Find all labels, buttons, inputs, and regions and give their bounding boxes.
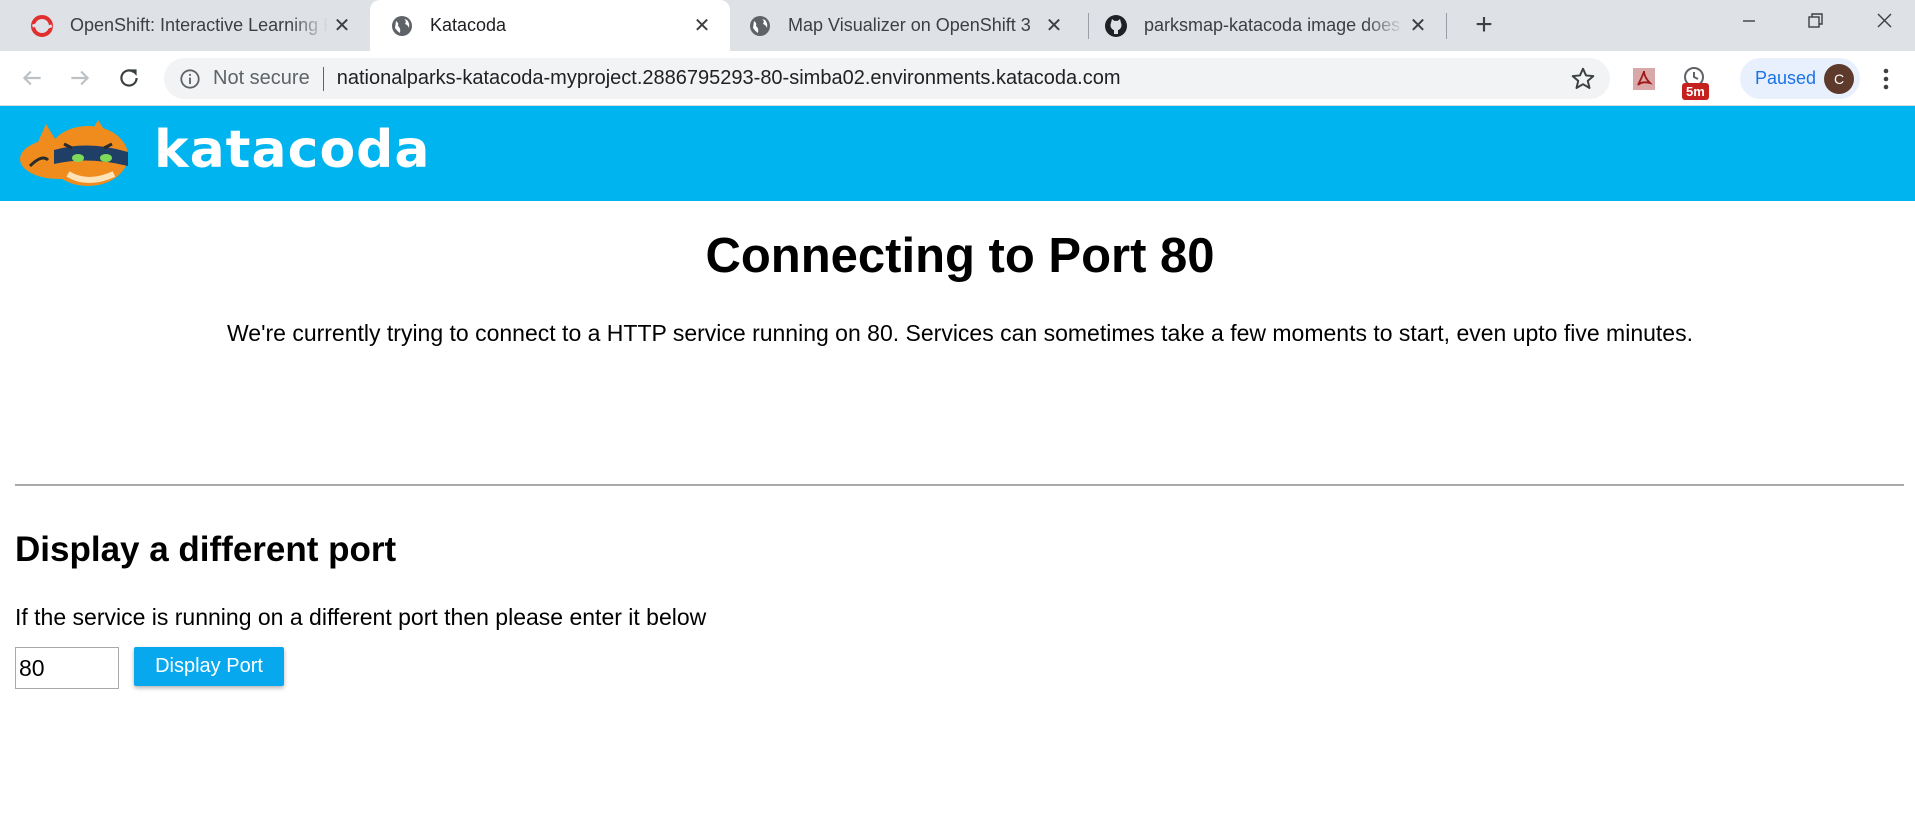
- profile-button[interactable]: Paused C: [1740, 58, 1860, 99]
- port-input[interactable]: [15, 647, 119, 689]
- section-divider: [15, 484, 1904, 486]
- profile-status: Paused: [1755, 68, 1817, 88]
- forward-button[interactable]: [63, 61, 97, 95]
- page-title: Connecting to Port 80: [705, 229, 1215, 283]
- url-text[interactable]: nationalparks-katacoda-myproject.2886795…: [337, 67, 1121, 90]
- tab-openshift[interactable]: OpenShift: Interactive Learning Portal ✕: [0, 0, 370, 51]
- minimize-button[interactable]: [1720, 0, 1778, 42]
- reload-icon: [120, 69, 138, 87]
- github-icon: [1105, 14, 1127, 37]
- address-bar[interactable]: Not secure nationalparks-katacoda-myproj…: [164, 58, 1610, 99]
- katacoda-header: katacoda: [0, 106, 1915, 201]
- globe-icon: [392, 15, 412, 36]
- minimize-icon: [1743, 20, 1755, 22]
- port-section-title: Display a different port: [15, 530, 397, 569]
- tab-map-visualizer[interactable]: Map Visualizer on OpenShift 3 ✕: [730, 0, 1082, 51]
- tab-title: Map Visualizer on OpenShift 3: [788, 15, 1031, 35]
- back-button[interactable]: [15, 61, 49, 95]
- reload-button[interactable]: [112, 61, 146, 95]
- display-port-button[interactable]: Display Port: [134, 647, 284, 686]
- browser-toolbar: Not secure nationalparks-katacoda-myproj…: [0, 51, 1915, 106]
- close-window-icon: [1877, 13, 1892, 28]
- restore-button[interactable]: [1786, 0, 1844, 42]
- close-window-button[interactable]: [1855, 0, 1913, 42]
- tab-title: parksmap-katacoda image does not: [1144, 15, 1404, 35]
- close-tab-icon[interactable]: ✕: [1404, 13, 1432, 38]
- openshift-icon: [31, 14, 53, 37]
- tab-github-issue[interactable]: parksmap-katacoda image does not ✕: [1088, 0, 1446, 51]
- close-tab-icon[interactable]: ✕: [688, 13, 716, 38]
- bookmark-star-icon[interactable]: [1570, 66, 1596, 92]
- browser-tab-strip: OpenShift: Interactive Learning Portal ✕…: [0, 0, 1915, 51]
- close-tab-icon[interactable]: ✕: [328, 13, 356, 38]
- katacoda-wordmark[interactable]: katacoda: [154, 120, 430, 180]
- kebab-menu-icon[interactable]: [1873, 65, 1899, 93]
- back-arrow-icon: [22, 70, 41, 86]
- omnibox-divider: [322, 66, 324, 91]
- info-icon[interactable]: [179, 68, 201, 90]
- globe-icon: [750, 15, 770, 36]
- avatar: C: [1824, 64, 1854, 94]
- close-tab-icon[interactable]: ✕: [1040, 13, 1068, 38]
- port-section-description: If the service is running on a different…: [15, 604, 707, 630]
- forward-arrow-icon: [71, 70, 90, 86]
- tab-separator: [1446, 13, 1447, 39]
- pdf-extension-icon[interactable]: [1628, 63, 1660, 95]
- tab-title: Katacoda: [430, 15, 507, 35]
- restore-icon: [1808, 13, 1823, 28]
- connection-description: We're currently trying to connect to a H…: [227, 320, 1693, 346]
- timer-badge: 5m: [1682, 83, 1709, 100]
- katacoda-cat-logo-icon[interactable]: [18, 114, 130, 194]
- new-tab-button[interactable]: +: [1466, 8, 1502, 44]
- security-status[interactable]: Not secure: [213, 67, 310, 90]
- tab-title: OpenShift: Interactive Learning Portal: [70, 15, 328, 35]
- tab-katacoda[interactable]: Katacoda ✕: [370, 0, 730, 51]
